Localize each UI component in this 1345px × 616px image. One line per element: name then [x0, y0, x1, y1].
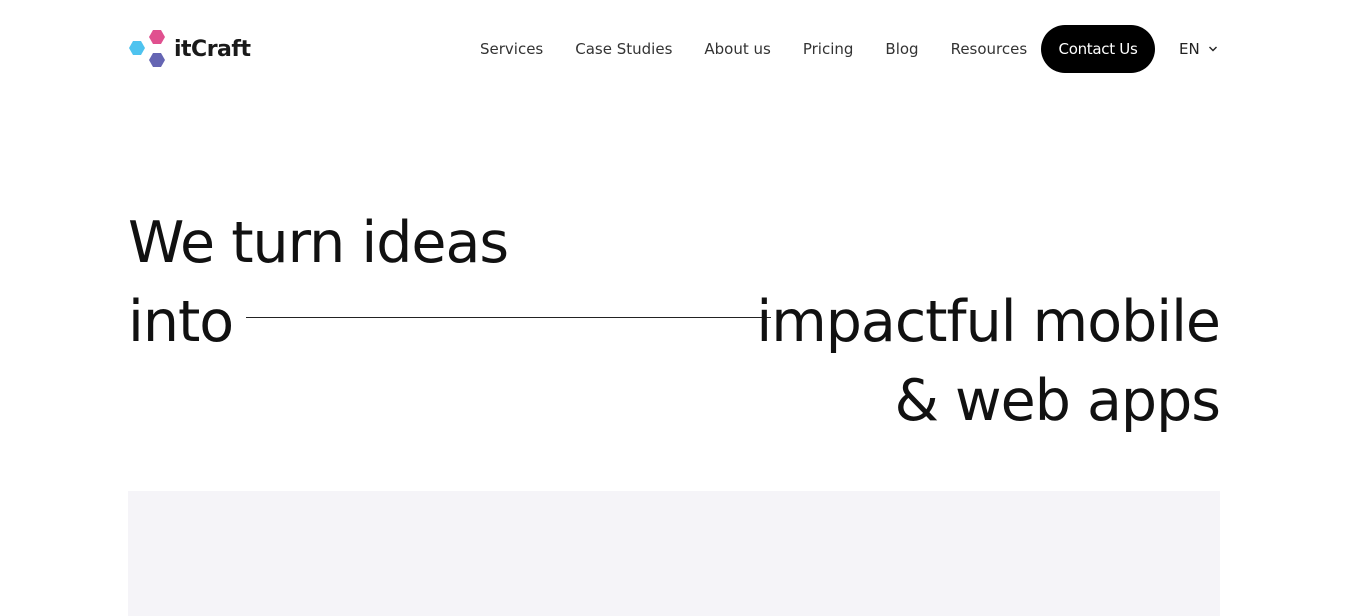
hero-media-placeholder [128, 491, 1220, 616]
hero-divider-line [246, 317, 771, 318]
language-selector[interactable]: EN [1179, 36, 1218, 62]
logo-text: itCraft [174, 36, 251, 62]
main-nav: Services Case Studies About us Pricing B… [480, 36, 1059, 62]
site-header: itCraft Services Case Studies About us P… [0, 0, 1345, 97]
language-label: EN [1179, 40, 1200, 58]
nav-item-case-studies[interactable]: Case Studies [575, 40, 672, 58]
nav-item-services[interactable]: Services [480, 40, 543, 58]
hero-line-1: We turn ideas [128, 210, 509, 276]
hero-line-2-left: into [128, 289, 234, 355]
hero-line-2-right: impactful mobile [756, 289, 1221, 355]
hero-line-3: & web apps [894, 368, 1221, 434]
nav-item-about-us[interactable]: About us [704, 40, 770, 58]
nav-item-resources[interactable]: Resources [951, 40, 1028, 58]
contact-us-button[interactable]: Contact Us [1041, 25, 1155, 73]
logo[interactable]: itCraft [128, 28, 251, 70]
nav-item-pricing[interactable]: Pricing [803, 40, 854, 58]
chevron-down-icon [1208, 46, 1217, 52]
nav-item-blog[interactable]: Blog [885, 40, 918, 58]
logo-hexagons-icon [129, 30, 165, 67]
